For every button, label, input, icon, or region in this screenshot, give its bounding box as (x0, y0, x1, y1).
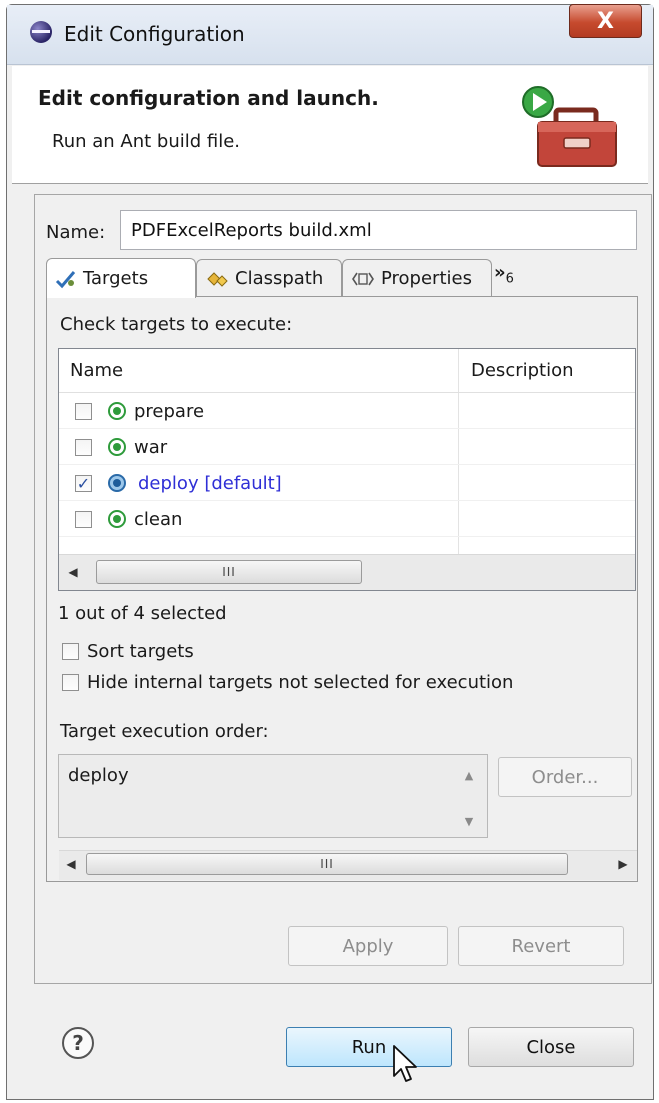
window-close-button[interactable]: X (569, 4, 642, 38)
revert-button[interactable]: Revert (458, 926, 624, 966)
apply-button[interactable]: Apply (288, 926, 448, 966)
target-checkbox[interactable] (75, 511, 92, 528)
row-divider (59, 428, 635, 429)
tab-targets[interactable]: Targets (46, 258, 196, 298)
scroll-right-arrow-icon[interactable]: ▶ (612, 849, 634, 879)
tab-classpath[interactable]: Classpath (196, 259, 342, 297)
target-name: clean (134, 509, 183, 530)
sort-targets-label: Sort targets (87, 641, 194, 662)
column-divider (458, 349, 459, 554)
target-icon (108, 438, 126, 456)
properties-icon (352, 272, 374, 285)
classpath-icon (207, 271, 228, 287)
targets-instruction: Check targets to execute: (60, 314, 293, 335)
more-tabs-count: 6 (505, 271, 514, 287)
close-button[interactable]: Close (468, 1027, 634, 1067)
target-name: prepare (134, 401, 205, 422)
targets-icon (55, 270, 76, 288)
help-icon[interactable]: ? (62, 1027, 94, 1059)
ant-toolbox-run-icon (522, 86, 617, 167)
scroll-left-arrow-icon[interactable]: ◀ (60, 849, 82, 879)
sort-targets-option[interactable]: Sort targets (62, 641, 194, 662)
execution-order-item[interactable]: deploy (68, 765, 129, 786)
order-vertical-scrollbar[interactable]: ▲ ▼ (452, 755, 486, 837)
execution-order-label: Target execution order: (60, 721, 269, 742)
target-icon (108, 510, 126, 528)
selection-status: 1 out of 4 selected (58, 603, 227, 624)
run-button[interactable]: Run (286, 1027, 452, 1067)
row-divider (59, 500, 635, 501)
target-checkbox[interactable] (75, 403, 92, 420)
scroll-up-arrow-icon[interactable]: ▲ (452, 765, 486, 785)
header-divider (59, 392, 635, 393)
tab-targets-label: Targets (83, 268, 149, 289)
target-name-default: deploy [default] (138, 473, 282, 494)
target-icon (108, 402, 126, 420)
header-title: Edit configuration and launch. (38, 86, 379, 110)
more-tabs-glyph: » (494, 262, 506, 283)
scroll-thumb[interactable]: III (86, 853, 568, 875)
header-subtitle: Run an Ant build file. (52, 131, 241, 152)
order-button[interactable]: Order... (498, 757, 632, 797)
target-checkbox[interactable] (75, 439, 92, 456)
scroll-thumb[interactable]: III (96, 560, 362, 584)
name-label: Name: (46, 222, 106, 243)
hide-internal-option[interactable]: Hide internal targets not selected for e… (62, 672, 513, 693)
column-header-description[interactable]: Description (471, 360, 574, 381)
row-divider (59, 536, 635, 537)
target-name: war (134, 437, 168, 458)
row-divider (59, 464, 635, 465)
hide-internal-label: Hide internal targets not selected for e… (87, 672, 514, 693)
window-title: Edit Configuration (64, 22, 245, 46)
scroll-down-arrow-icon[interactable]: ▼ (452, 811, 486, 831)
mouse-pointer-icon (393, 1045, 417, 1082)
tab-properties[interactable]: Properties (342, 259, 492, 297)
scroll-left-arrow-icon[interactable]: ◀ (62, 555, 84, 589)
tab-properties-label: Properties (381, 268, 472, 289)
more-tabs-button[interactable]: »6 (494, 262, 514, 287)
hide-internal-checkbox[interactable] (62, 674, 79, 691)
tab-classpath-label: Classpath (235, 268, 324, 289)
sort-targets-checkbox[interactable] (62, 643, 79, 660)
target-checkbox-checked[interactable]: ✓ (75, 475, 92, 492)
column-header-name[interactable]: Name (70, 360, 123, 381)
eclipse-icon (30, 21, 52, 43)
name-input[interactable] (120, 210, 637, 250)
default-target-icon (108, 474, 126, 492)
